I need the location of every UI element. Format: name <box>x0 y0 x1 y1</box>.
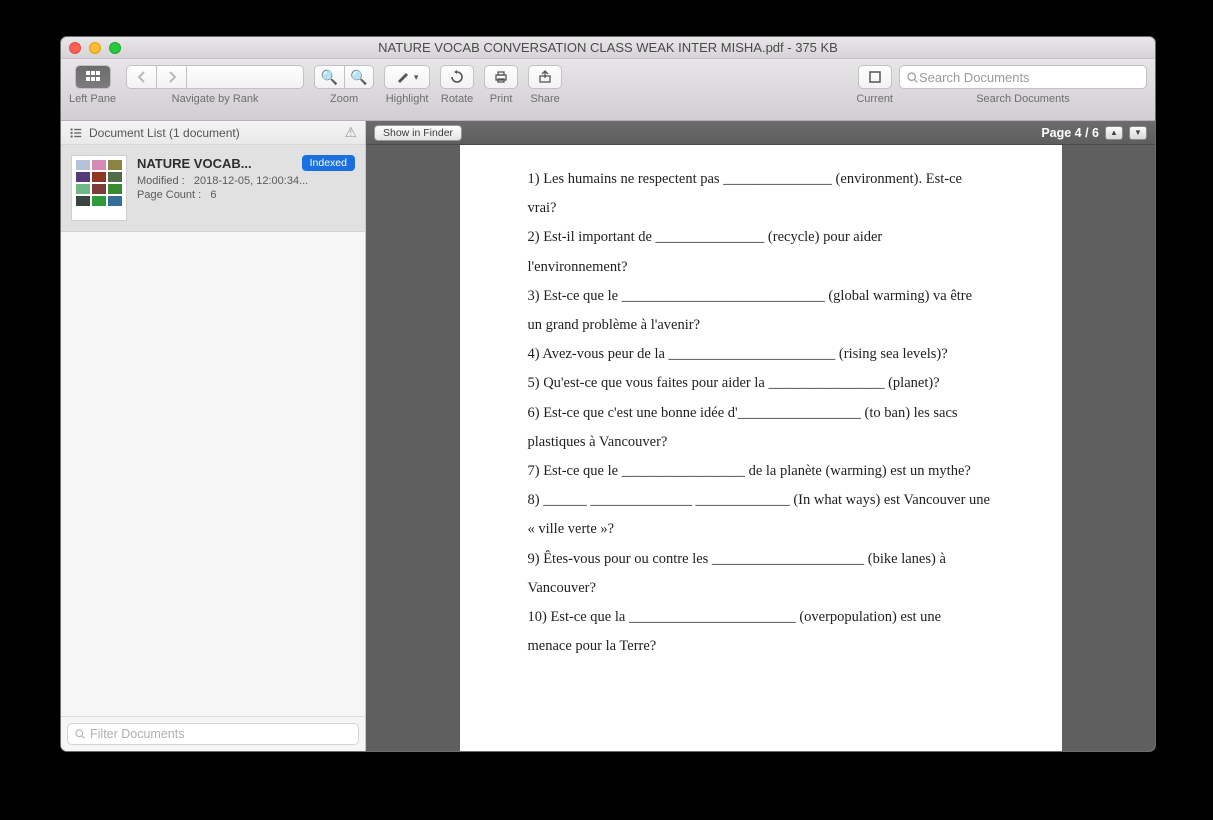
pagecount-value: 6 <box>210 189 216 201</box>
document-text-line: 10) Est-ce que la ______________________… <box>528 603 1002 632</box>
sidebar: Document List (1 document) ⚠ NATURE VOCA… <box>61 121 366 751</box>
zoom-window-icon[interactable] <box>109 42 121 54</box>
highlight-label: Highlight <box>386 93 429 105</box>
document-page: 1) Les humains ne respectent pas _______… <box>460 145 1062 751</box>
document-text-line: 8) ______ ______________ _____________ (… <box>528 486 1002 515</box>
page-indicator: Page 4 / 6 ▲ ▼ <box>1041 126 1147 140</box>
show-in-finder-button[interactable]: Show in Finder <box>374 125 462 141</box>
document-text-line: menace pour la Terre? <box>528 632 1002 661</box>
page-canvas[interactable]: 1) Les humains ne respectent pas _______… <box>366 145 1155 751</box>
filter-field[interactable] <box>67 723 359 745</box>
window-title: NATURE VOCAB CONVERSATION CLASS WEAK INT… <box>61 40 1155 55</box>
left-pane-label: Left Pane <box>69 93 116 105</box>
search-icon <box>906 71 919 84</box>
zoom-in-icon: 🔍 <box>350 69 367 86</box>
document-text-line: 2) Est-il important de _______________ (… <box>528 223 1002 252</box>
document-text-line: 4) Avez-vous peur de la ________________… <box>528 340 1002 369</box>
chevron-left-icon <box>134 69 150 85</box>
triangle-down-icon: ▼ <box>1134 128 1142 137</box>
modified-value: 2018-12-05, 12:00:34... <box>194 175 308 187</box>
document-text-line: plastiques à Vancouver? <box>528 428 1002 457</box>
filter-input[interactable] <box>90 727 352 741</box>
current-label: Current <box>856 93 893 105</box>
search-label: Search Documents <box>976 93 1070 105</box>
rank-display <box>186 65 304 89</box>
search-field[interactable] <box>899 65 1147 89</box>
left-pane-button[interactable] <box>75 65 111 89</box>
window-controls <box>69 42 121 54</box>
page-up-button[interactable]: ▲ <box>1105 126 1123 140</box>
app-window: NATURE VOCAB CONVERSATION CLASS WEAK INT… <box>60 36 1156 752</box>
frame-icon <box>867 69 883 85</box>
nav-back-button[interactable] <box>126 65 156 89</box>
indexed-badge: Indexed <box>302 155 355 171</box>
filter-bar <box>61 716 365 751</box>
document-text-line: 3) Est-ce que le _______________________… <box>528 282 1002 311</box>
titlebar: NATURE VOCAB CONVERSATION CLASS WEAK INT… <box>61 37 1155 59</box>
share-icon <box>537 69 553 85</box>
document-thumbnail <box>71 155 127 221</box>
pagecount-label: Page Count : <box>137 189 201 201</box>
print-label: Print <box>490 93 513 105</box>
document-meta: NATURE VOCAB... Indexed Modified : 2018-… <box>137 155 355 221</box>
sidebar-header-text: Document List (1 document) <box>89 126 240 140</box>
modified-label: Modified : <box>137 175 185 187</box>
document-text-line: 5) Qu'est-ce que vous faites pour aider … <box>528 369 1002 398</box>
chevron-right-icon <box>164 69 180 85</box>
document-text-line: 6) Est-ce que c'est une bonne idée d'___… <box>528 399 1002 428</box>
toolbar: Left Pane Navigate by Rank 🔍 🔍 <box>61 59 1155 121</box>
page-label: Page 4 / 6 <box>1041 126 1099 140</box>
search-icon <box>74 728 86 740</box>
document-name: NATURE VOCAB... <box>137 156 252 171</box>
zoom-out-icon: 🔍 <box>321 69 338 86</box>
grid-icon <box>85 69 101 85</box>
zoom-in-button[interactable]: 🔍 <box>344 65 374 89</box>
content-area: Document List (1 document) ⚠ NATURE VOCA… <box>61 121 1155 751</box>
document-text-line: vrai? <box>528 194 1002 223</box>
viewer-top-bar: Show in Finder Page 4 / 6 ▲ ▼ <box>366 121 1155 145</box>
printer-icon <box>493 69 509 85</box>
document-text-line: Vancouver? <box>528 574 1002 603</box>
document-text-line: un grand problème à l'avenir? <box>528 311 1002 340</box>
search-input[interactable] <box>919 70 1140 85</box>
warning-icon[interactable]: ⚠ <box>344 124 357 141</box>
rotate-button[interactable] <box>440 65 474 89</box>
document-list-item[interactable]: NATURE VOCAB... Indexed Modified : 2018-… <box>61 145 365 232</box>
zoom-label: Zoom <box>330 93 358 105</box>
document-text-line: 7) Est-ce que le _________________ de la… <box>528 457 1002 486</box>
share-button[interactable] <box>528 65 562 89</box>
document-text-line: « ville verte »? <box>528 515 1002 544</box>
highlight-button[interactable]: ▾ <box>384 65 430 89</box>
navigate-label: Navigate by Rank <box>172 93 259 105</box>
chevron-down-icon: ▾ <box>414 72 419 83</box>
rotate-icon <box>449 69 465 85</box>
minimize-icon[interactable] <box>89 42 101 54</box>
document-text-line: 1) Les humains ne respectent pas _______… <box>528 165 1002 194</box>
triangle-up-icon: ▲ <box>1110 128 1118 137</box>
close-icon[interactable] <box>69 42 81 54</box>
share-label: Share <box>530 93 559 105</box>
list-icon <box>69 126 83 140</box>
page-down-button[interactable]: ▼ <box>1129 126 1147 140</box>
nav-forward-button[interactable] <box>156 65 186 89</box>
sidebar-header: Document List (1 document) ⚠ <box>61 121 365 145</box>
zoom-out-button[interactable]: 🔍 <box>314 65 344 89</box>
highlighter-icon <box>396 69 412 85</box>
document-text-line: l'environnement? <box>528 253 1002 282</box>
current-button[interactable] <box>858 65 892 89</box>
document-text-line: 9) Êtes-vous pour ou contre les ________… <box>528 545 1002 574</box>
print-button[interactable] <box>484 65 518 89</box>
rotate-label: Rotate <box>441 93 473 105</box>
viewer-pane: Show in Finder Page 4 / 6 ▲ ▼ 1) Les hum… <box>366 121 1155 751</box>
